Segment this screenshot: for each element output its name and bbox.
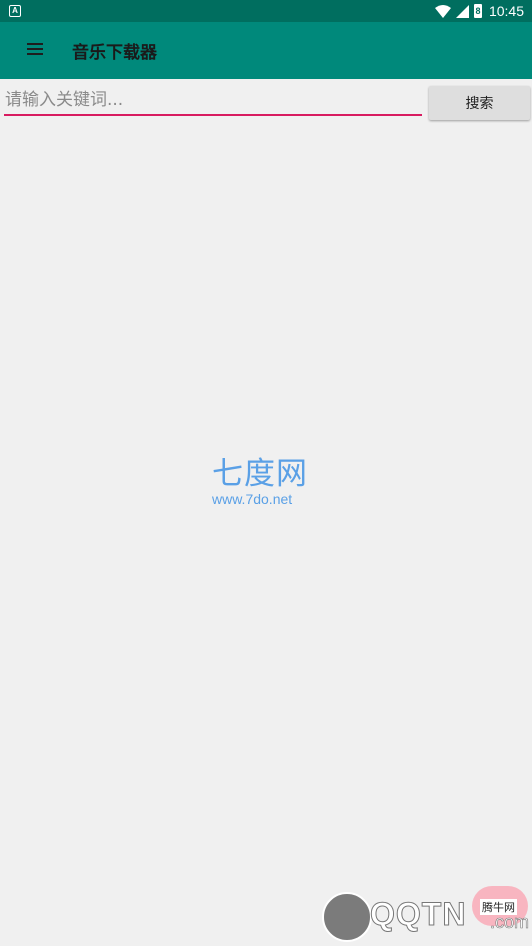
watermark-qqtn: QQTN 腾牛网 .com (322, 886, 532, 946)
app-title: 音乐下载器 (72, 43, 157, 63)
battery-level: 8 (475, 6, 481, 16)
app-bar: 音乐下载器 (0, 22, 532, 79)
status-right-group: 8 10:45 (434, 0, 524, 22)
search-button[interactable]: 搜索 (429, 86, 530, 120)
search-input[interactable] (4, 86, 422, 116)
watermark-7do: 七度网 www.7do.net (212, 448, 322, 507)
status-bar: A 8 10:45 (0, 0, 532, 22)
notification-icon: A (9, 5, 21, 17)
signal-icon (455, 4, 469, 18)
qqtn-domain: .com (490, 912, 530, 933)
qqtn-logo-icon (322, 892, 372, 942)
qqtn-brand: QQTN (369, 896, 467, 933)
battery-icon: 8 (473, 4, 482, 18)
watermark-7do-title: 七度网 (212, 456, 308, 492)
status-time: 10:45 (488, 3, 524, 19)
watermark-7do-url: www.7do.net (212, 491, 293, 507)
menu-icon[interactable] (27, 43, 43, 57)
wifi-icon (434, 4, 451, 18)
